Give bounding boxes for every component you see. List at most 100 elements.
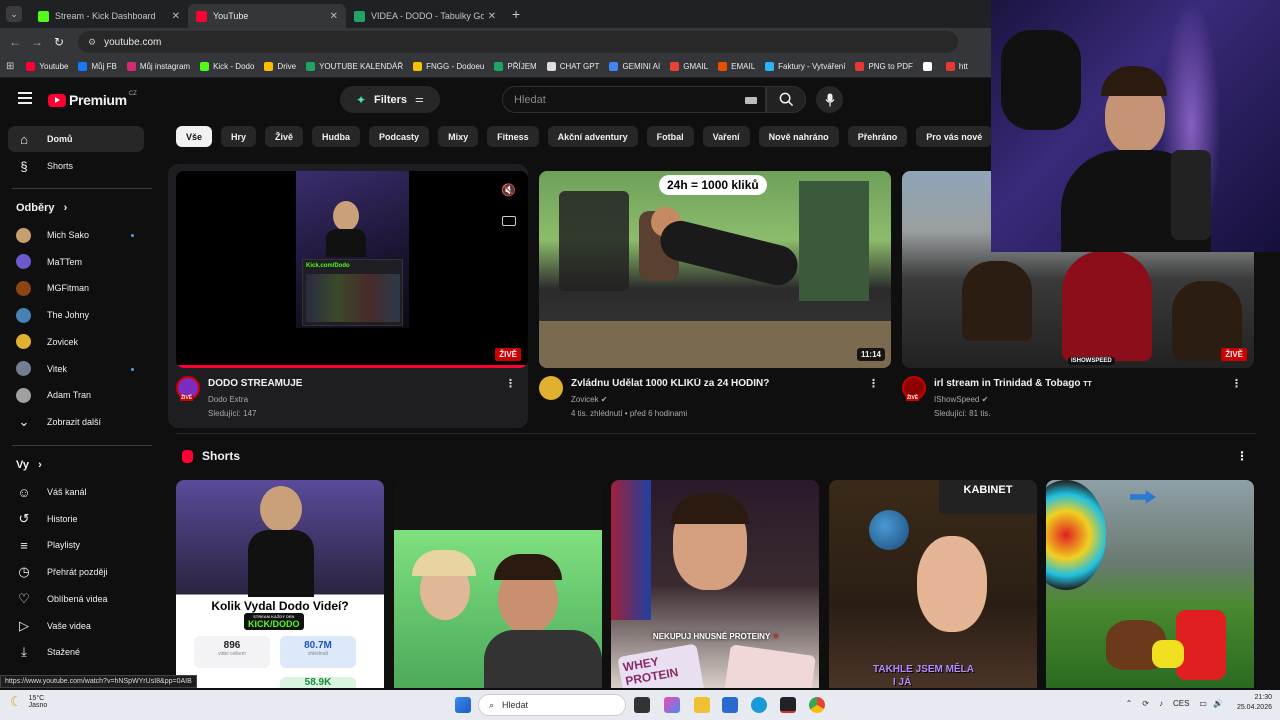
- browser-tab-youtube[interactable]: YouTube ✕: [188, 4, 346, 28]
- browser-tab-sheets[interactable]: VIDEA - DODO - Tabulky Googl ✕: [346, 4, 504, 28]
- video-thumbnail[interactable]: 24h = 1000 kliků 11:14: [539, 171, 891, 368]
- chrome-icon[interactable]: [809, 697, 825, 713]
- sidebar-item[interactable]: § Shorts: [8, 153, 144, 179]
- bookmark-item[interactable]: Faktury - Vytváření: [765, 62, 845, 71]
- video-title[interactable]: irl stream in Trinidad & Tobago TT: [934, 378, 1234, 389]
- new-tab-button[interactable]: +: [512, 6, 520, 22]
- bookmark-item[interactable]: htt: [945, 62, 968, 71]
- video-card[interactable]: Kick.com/Dodo 🔇 ŽIVĚ ŽIVĚ DODO STREAMUJE…: [168, 164, 528, 428]
- chip-filter[interactable]: Vaření: [702, 126, 750, 147]
- sidebar-item[interactable]: ≡ Playlisty: [8, 532, 144, 558]
- bookmark-item[interactable]: [922, 62, 936, 71]
- sidebar-item[interactable]: ♡ Oblíbená videa: [8, 586, 144, 612]
- short-card[interactable]: Kolik Vydal Dodo Videí? STREAM KAŽDÝ DEN…: [176, 480, 384, 688]
- bookmark-item[interactable]: PŘÍJEM: [494, 62, 537, 71]
- channel-name[interactable]: IShowSpeed ✔: [934, 395, 988, 404]
- windows-start-icon[interactable]: [455, 697, 471, 713]
- sidebar-item-subscription[interactable]: Vitek: [8, 356, 144, 382]
- short-card[interactable]: [394, 480, 602, 688]
- bookmark-item[interactable]: YOUTUBE KALENDÁŘ: [306, 62, 403, 71]
- sync-icon[interactable]: ⟳: [1142, 699, 1149, 708]
- file-explorer-icon[interactable]: [694, 697, 710, 713]
- tab-close-icon[interactable]: ✕: [330, 11, 338, 22]
- sidebar-item[interactable]: ▷ Vaše videa: [8, 613, 144, 639]
- bookmark-item[interactable]: Drive: [264, 62, 296, 71]
- forward-arrow-icon[interactable]: →: [26, 35, 48, 49]
- taskbar-search[interactable]: ⌕ Hledat: [478, 694, 626, 716]
- sidebar-item-subscription[interactable]: MGFitman: [8, 275, 144, 301]
- reload-icon[interactable]: ↻: [48, 35, 70, 49]
- channel-name[interactable]: Dodo Extra: [208, 395, 248, 404]
- bookmark-item[interactable]: EMAIL: [718, 62, 755, 71]
- short-card[interactable]: KABINET TAKHLE JSEM MĚLA I JÁ: [829, 480, 1037, 688]
- bookmark-item[interactable]: PNG to PDF: [855, 62, 913, 71]
- keyboard-icon[interactable]: [745, 97, 757, 104]
- channel-avatar[interactable]: ŽIVĚ: [176, 376, 200, 401]
- clock[interactable]: 21:30 25.04.2026: [1237, 693, 1272, 713]
- volume-icon[interactable]: 🔊: [1213, 699, 1223, 708]
- edge-icon[interactable]: [751, 697, 767, 713]
- video-title[interactable]: Zvládnu Udělat 1000 KLIKŮ za 24 HODIN?: [571, 378, 871, 389]
- language-indicator[interactable]: CES: [1173, 699, 1189, 708]
- bookmark-item[interactable]: Youtube: [26, 62, 68, 71]
- bookmark-item[interactable]: GEMINI AI: [609, 62, 660, 71]
- chip-filter[interactable]: Podcasty: [369, 126, 430, 147]
- network-icon[interactable]: ▭: [1199, 699, 1207, 708]
- bookmark-item[interactable]: FNGG - Dodoeu: [413, 62, 484, 71]
- sidebar-item[interactable]: ⌂ Domů: [8, 126, 144, 152]
- youtube-premium-logo[interactable]: Premium CZ: [48, 91, 137, 108]
- sidebar-item[interactable]: ☺ Váš kanál: [8, 479, 144, 505]
- show-more-button[interactable]: ⌄ Zobrazit další: [8, 409, 144, 435]
- you-header[interactable]: Vy ›: [16, 459, 42, 471]
- chip-filter[interactable]: Mixy: [438, 126, 479, 147]
- chip-filter[interactable]: Fitness: [487, 126, 539, 147]
- sidebar-item-subscription[interactable]: Mich Sako: [8, 222, 144, 248]
- sidebar-item[interactable]: ⤓ Stažené: [8, 639, 144, 665]
- chip-filter[interactable]: Živě: [265, 126, 304, 147]
- copilot-icon[interactable]: [664, 697, 680, 713]
- chip-filter[interactable]: Pro vás nové: [916, 126, 993, 147]
- channel-avatar[interactable]: ŽIVĚ: [902, 376, 926, 401]
- site-info-icon[interactable]: ⚙: [88, 37, 96, 48]
- obs-icon[interactable]: [780, 697, 796, 713]
- captions-icon[interactable]: [502, 216, 516, 226]
- url-field[interactable]: ⚙ youtube.com: [78, 31, 958, 53]
- sidebar-item[interactable]: ◷ Přehrát později: [8, 559, 144, 585]
- subscriptions-header[interactable]: Odběry ›: [16, 202, 67, 214]
- browser-tab-kick[interactable]: Stream - Kick Dashboard ✕: [30, 4, 188, 28]
- channel-avatar[interactable]: [539, 376, 563, 400]
- sidebar-item-subscription[interactable]: MaTTem: [8, 249, 144, 275]
- back-arrow-icon[interactable]: ←: [4, 35, 26, 49]
- sidebar-item-subscription[interactable]: Zovicek: [8, 329, 144, 355]
- tab-search-icon[interactable]: ⌄: [6, 6, 22, 22]
- chip-filter[interactable]: Hry: [221, 126, 257, 147]
- mute-icon[interactable]: 🔇: [501, 183, 516, 197]
- sidebar-item-subscription[interactable]: The Johny: [8, 302, 144, 328]
- bookmark-item[interactable]: GMAIL: [670, 62, 708, 71]
- more-options-icon[interactable]: ⋮: [868, 377, 879, 390]
- outlook-icon[interactable]: [722, 697, 738, 713]
- tab-close-icon[interactable]: ✕: [172, 11, 180, 22]
- bookmark-item[interactable]: Kick - Dodo: [200, 62, 254, 71]
- more-options-icon[interactable]: ⋮: [505, 377, 516, 390]
- channel-name[interactable]: Zovicek ✔: [571, 395, 608, 404]
- chevron-up-icon[interactable]: ⌃: [1126, 699, 1133, 708]
- video-card[interactable]: 24h = 1000 kliků 11:14 Zvládnu Udělat 10…: [531, 164, 891, 428]
- short-card[interactable]: [1046, 480, 1254, 688]
- bookmark-item[interactable]: CHAT GPT: [546, 62, 599, 71]
- microphone-icon[interactable]: ♪: [1159, 699, 1163, 708]
- sidebar-item[interactable]: ↺ Historie: [8, 506, 144, 532]
- chip-filter[interactable]: Přehráno: [847, 126, 908, 147]
- shorts-more-icon[interactable]: ⋮: [1236, 449, 1248, 463]
- filters-button[interactable]: ✦ Filters ⚌: [340, 86, 440, 113]
- chip-filter[interactable]: Akční adventury: [547, 126, 638, 147]
- voice-search-button[interactable]: [816, 86, 843, 113]
- menu-hamburger-icon[interactable]: [18, 92, 32, 107]
- video-thumbnail[interactable]: Kick.com/Dodo 🔇 ŽIVĚ: [176, 171, 528, 368]
- sidebar-item-subscription[interactable]: Adam Tran: [8, 382, 144, 408]
- video-title[interactable]: DODO STREAMUJE: [208, 378, 508, 389]
- bookmark-item[interactable]: Můj FB: [78, 62, 117, 71]
- weather-widget[interactable]: ☾ 15°C Jasno: [10, 693, 47, 710]
- chip-filter[interactable]: Vše: [176, 126, 213, 147]
- short-card[interactable]: NEKUPUJ HNUSNÉ PROTEINY ✕ WHEY PROTEIN: [611, 480, 819, 688]
